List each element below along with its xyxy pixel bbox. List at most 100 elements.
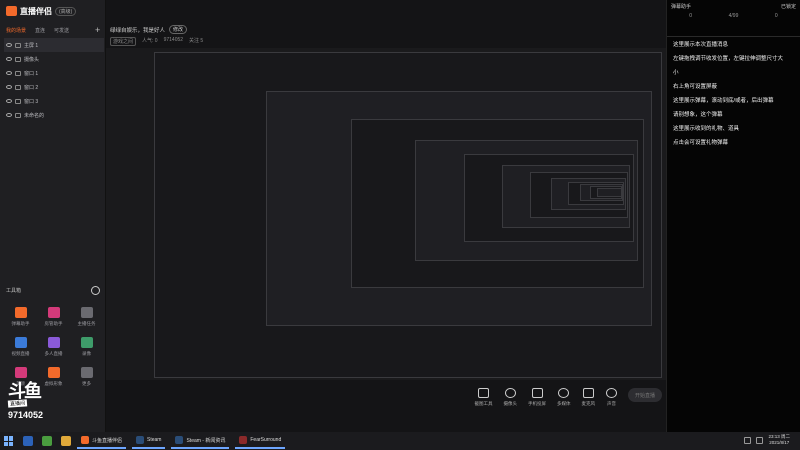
tool-label: 录像	[82, 351, 91, 356]
app-logo: 直播伴侣 (高级)	[6, 5, 77, 17]
chat-stats: 0 4/99 0	[671, 11, 796, 21]
taskbar-app-label: 斗鱼直播伴侣	[92, 437, 123, 444]
eye-icon[interactable]	[6, 99, 12, 103]
tool-label: 虚拟形象	[44, 381, 63, 386]
room-title-row: 绿绿自娱乐，我是好人 修改	[110, 25, 188, 34]
eye-icon[interactable]	[6, 85, 12, 89]
windows-start-icon[interactable]	[4, 436, 14, 446]
tab-my-scenes[interactable]: 我的场景	[6, 27, 26, 34]
scene-tabs: 我的场景 直连 可发送	[6, 27, 69, 34]
toolbox-grid: 弹幕助手 房管助手 主播任务 视频直播 多人直播 录像 美颜 虚拟形象 更多	[4, 307, 104, 387]
admin-icon	[47, 307, 60, 318]
scene-item[interactable]: 主屏 1	[4, 38, 104, 52]
bottom-tool-4[interactable]: 麦克风	[582, 388, 595, 407]
bottom-tool-3[interactable]: 多媒体	[557, 388, 571, 407]
taskbar-app[interactable]: FearSurround	[235, 433, 286, 449]
taskbar-app-label: FearSurround	[250, 437, 282, 443]
bottom-tool-5[interactable]: 声音	[606, 388, 617, 407]
eye-icon[interactable]	[6, 43, 12, 47]
eye-icon[interactable]	[6, 71, 12, 75]
avatar-icon	[47, 367, 60, 378]
scene-item[interactable]: 未命名的	[4, 108, 104, 122]
bottom-toolbar: 截图工具 摄像头 手机投屏 多媒体 麦克风 声音 开始直播	[475, 388, 662, 407]
danmaku-panel: 弹幕助手 已锁定 0 4/99 0 这里展示本次直播消息 左键拖拽调节收发位置，左…	[666, 0, 800, 432]
douyu-logo: 斗鱼 直播间	[7, 381, 46, 410]
windows-taskbar: 斗鱼直播伴侣 Steam Steam - 新闻资讯 FearSurround 23:1…	[0, 432, 800, 450]
tool-1[interactable]: 房管助手	[37, 307, 70, 327]
room-title: 绿绿自娱乐，我是好人	[110, 27, 166, 34]
room-number: 9714052	[8, 410, 44, 420]
eye-icon[interactable]	[6, 57, 12, 61]
settings-ring-icon[interactable]	[91, 286, 100, 295]
taskbar-app[interactable]: Steam	[132, 433, 166, 449]
scene-item[interactable]: 摄像头	[4, 52, 104, 66]
scene-item[interactable]: 窗口 1	[4, 66, 104, 80]
network-icon[interactable]	[744, 436, 752, 444]
chat-message: 小	[673, 70, 679, 76]
speaker-icon	[606, 388, 617, 398]
tool-4[interactable]: 多人直播	[37, 337, 70, 357]
phone-cast-icon	[531, 388, 543, 398]
tool-label: 视频直播	[11, 351, 30, 356]
taskbar-app[interactable]: 斗鱼直播伴侣	[77, 433, 127, 449]
bottom-tool-label: 摄像头	[503, 401, 518, 406]
system-tray: 23:13 周二 2021/8/17	[744, 434, 790, 446]
chrome-icon[interactable]	[42, 436, 52, 446]
window-icon	[15, 98, 21, 104]
bottom-tool-0[interactable]: 截图工具	[475, 388, 493, 407]
scene-item[interactable]: 窗口 3	[4, 94, 104, 108]
volume-icon[interactable]	[756, 436, 764, 444]
start-live-button[interactable]: 开始直播	[628, 388, 662, 402]
lock-status[interactable]: 已锁定	[781, 3, 796, 10]
clock[interactable]: 23:13 周二 2021/8/17	[768, 434, 790, 446]
taskbar-app-label: Steam - 新闻资讯	[186, 437, 226, 444]
tool-3[interactable]: 视频直播	[4, 337, 37, 357]
tool-8[interactable]: 更多	[70, 367, 103, 387]
clock-date: 2021/8/17	[769, 440, 790, 445]
tool-label: 房管助手	[44, 321, 63, 326]
taskbar-app[interactable]: Steam - 新闻资讯	[171, 433, 230, 449]
scene-label: 窗口 2	[24, 84, 39, 91]
tool-label: 主播任务	[77, 321, 96, 326]
tab-direct[interactable]: 直连	[35, 27, 45, 34]
category-badge[interactable]: 游戏之间	[110, 37, 137, 46]
media-icon	[558, 388, 570, 398]
bottom-tool-2[interactable]: 手机投屏	[528, 388, 546, 407]
chat-message: 请别想象，这个弹幕	[673, 112, 723, 118]
toolbox-title: 工具箱	[6, 288, 22, 294]
tool-0[interactable]: 弹幕助手	[4, 307, 37, 327]
scene-label: 未命名的	[24, 112, 45, 119]
tab-sendable[interactable]: 可发送	[54, 27, 69, 34]
douyu-logo-text: 斗鱼	[8, 381, 42, 401]
eye-icon[interactable]	[6, 113, 12, 117]
taskbar-apps: 斗鱼直播伴侣 Steam Steam - 新闻资讯 FearSurround	[71, 433, 286, 449]
add-scene-button[interactable]: +	[95, 25, 100, 35]
scene-label: 摄像头	[24, 56, 40, 63]
app-icon	[136, 436, 145, 444]
window-icon	[15, 84, 21, 90]
bottom-tool-label: 手机投屏	[528, 401, 546, 406]
tool-label: 弹幕助手	[11, 321, 30, 326]
scene-item[interactable]: 窗口 2	[4, 80, 104, 94]
stat-value: 0	[774, 13, 778, 19]
room-meta: 游戏之间 人气: 0 9714052 关注 5	[110, 37, 203, 46]
folder-icon[interactable]	[61, 436, 71, 446]
camera-icon	[504, 388, 516, 398]
logo-icon	[6, 6, 17, 16]
screen-share-icon	[478, 388, 489, 398]
beauty-icon	[14, 367, 27, 378]
bottom-tool-label: 声音	[607, 401, 616, 406]
search-icon[interactable]	[23, 436, 33, 446]
window-icon	[15, 70, 21, 76]
modify-title-button[interactable]: 修改	[169, 25, 188, 34]
version-badge[interactable]: (高级)	[55, 6, 77, 16]
bottom-tool-1[interactable]: 摄像头	[503, 388, 518, 407]
more-icon	[80, 367, 93, 378]
stream-preview[interactable]	[106, 48, 666, 380]
video-icon	[14, 337, 27, 348]
tool-2[interactable]: 主播任务	[70, 307, 103, 327]
room-id: 9714052	[163, 37, 184, 43]
chat-message: 这里展示本次直播消息	[673, 42, 729, 48]
left-sidebar: 直播伴侣 (高级) 我的场景 直连 可发送 + 主屏 1 摄像头 窗口 1 窗口…	[0, 0, 106, 432]
tool-5[interactable]: 录像	[70, 337, 103, 357]
